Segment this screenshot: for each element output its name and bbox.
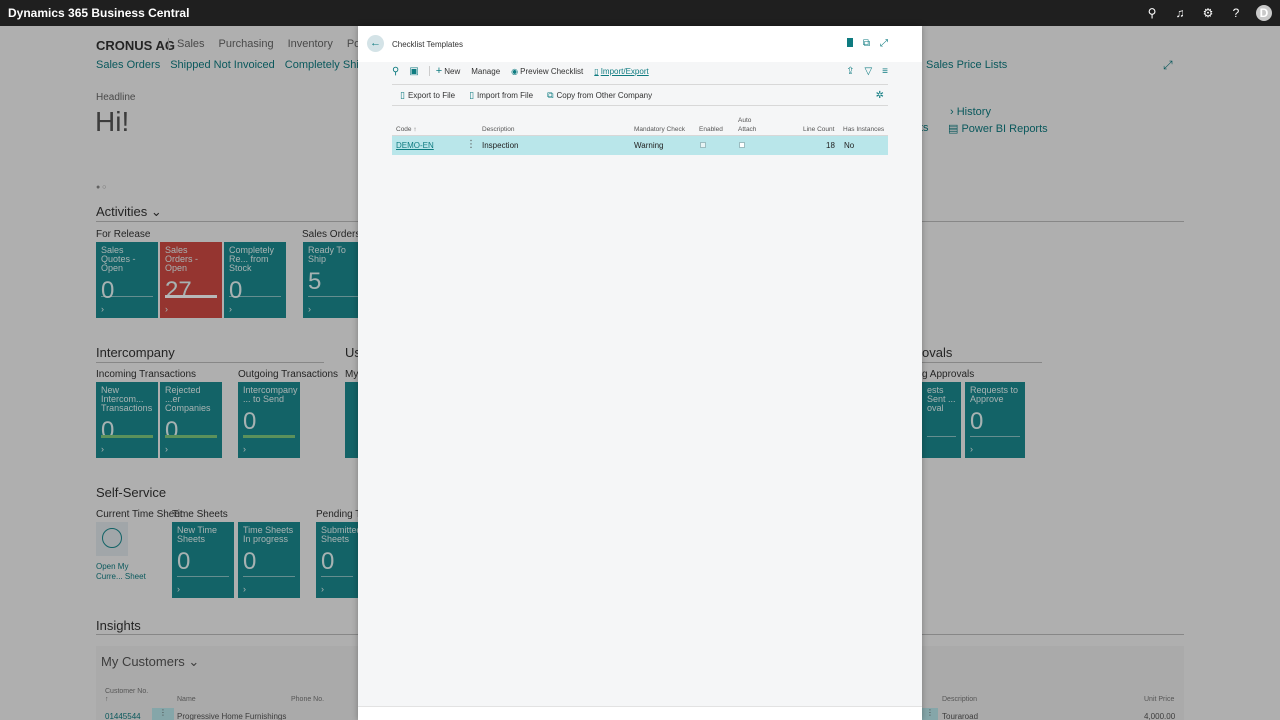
copy-from-other-company-button[interactable]: ⧉ Copy from Other Company: [547, 90, 652, 101]
bell-icon[interactable]: ♫: [1172, 5, 1188, 21]
back-arrow-icon[interactable]: ←: [367, 35, 384, 52]
auto-attach-checkbox[interactable]: [739, 142, 745, 148]
row-menu-icon[interactable]: ⋮: [466, 139, 476, 150]
help-icon[interactable]: ?: [1228, 5, 1244, 21]
has-instances-cell: No: [844, 141, 855, 150]
expand-icon[interactable]: ⤢: [880, 38, 888, 49]
gear-icon[interactable]: ⚙: [1200, 5, 1216, 21]
app-title: Dynamics 365 Business Central: [8, 6, 190, 20]
action-bar-right: ⇪ ▽ ≡: [846, 66, 888, 77]
copy-label: Copy from Other Company: [556, 90, 653, 100]
copy-icon: ⧉: [547, 89, 554, 100]
separator: [428, 66, 430, 76]
col-mandatory-check[interactable]: Mandatory Check: [634, 126, 685, 133]
app-bar: Dynamics 365 Business Central ⚲ ♫ ⚙ ? D: [0, 0, 1280, 26]
file-icon: ▯: [400, 89, 405, 100]
edit-list-icon[interactable]: ▣: [409, 66, 418, 77]
filter-icon[interactable]: ▽: [864, 66, 872, 77]
export-to-file-button[interactable]: ▯ Export to File: [400, 90, 455, 101]
header-icons: ⧉ ⤢: [846, 38, 888, 49]
checklist-templates-dialog: ← Checklist Templates ⧉ ⤢ ⚲ ▣ + New Manag…: [358, 26, 922, 720]
file-icon: ▯: [469, 89, 475, 100]
open-new-window-icon[interactable]: ⧉: [863, 38, 870, 49]
dialog-header: ← Checklist Templates ⧉ ⤢: [358, 26, 922, 62]
line-count-cell[interactable]: 18: [826, 141, 835, 150]
dialog-title: Checklist Templates: [392, 40, 463, 49]
import-from-file-button[interactable]: ▯ Import from File: [469, 90, 533, 101]
action-bar: ⚲ ▣ + New Manage ◉ Preview Checklist ▯ Impo…: [392, 64, 888, 78]
eye-icon: ◉: [511, 66, 519, 76]
enabled-checkbox[interactable]: [700, 142, 706, 148]
import-label: Import from File: [477, 90, 534, 100]
preview-checklist-button[interactable]: ◉ Preview Checklist: [511, 67, 583, 76]
preview-label: Preview Checklist: [520, 66, 584, 76]
import-export-actions: ▯ Export to File ▯ Import from File ⧉ Copy …: [392, 84, 888, 106]
avatar[interactable]: D: [1256, 5, 1272, 21]
col-line-count[interactable]: Line Count: [803, 126, 834, 133]
grid-header: Code ↑ Description Mandatory Check Enabl…: [392, 112, 888, 136]
col-auto-attach-2[interactable]: Attach: [738, 126, 756, 133]
search-icon[interactable]: ⚲: [392, 66, 399, 77]
export-label: Export to File: [407, 90, 456, 100]
new-button[interactable]: + New: [436, 65, 460, 77]
mandatory-cell: Warning: [634, 141, 664, 150]
import-export-tab[interactable]: ▯ Import/Export: [594, 67, 648, 76]
share-icon[interactable]: ⇪: [846, 66, 854, 77]
list-icon[interactable]: ≡: [882, 66, 888, 77]
pin-icon[interactable]: ✲: [876, 90, 884, 101]
col-code[interactable]: Code ↑: [396, 126, 417, 133]
document-icon: ▯: [594, 66, 599, 76]
col-description[interactable]: Description: [482, 126, 515, 133]
col-auto-attach-1[interactable]: Auto: [738, 117, 751, 124]
table-row[interactable]: DEMO-EN ⋮ Inspection Warning 18 No: [392, 136, 888, 155]
manage-button[interactable]: Manage: [471, 67, 500, 76]
templates-grid: Code ↑ Description Mandatory Check Enabl…: [392, 112, 888, 155]
plus-icon: +: [435, 65, 443, 77]
manage-label: Manage: [471, 66, 501, 76]
col-enabled[interactable]: Enabled: [699, 126, 723, 133]
bookmark-icon[interactable]: [846, 38, 853, 47]
col-has-instances[interactable]: Has Instances: [843, 126, 884, 133]
code-cell[interactable]: DEMO-EN: [396, 141, 434, 150]
description-cell: Inspection: [482, 141, 519, 150]
search-icon[interactable]: ⚲: [1144, 5, 1160, 21]
import-export-label: Import/Export: [600, 66, 649, 76]
new-label: New: [444, 66, 461, 76]
dialog-footer: [358, 706, 922, 720]
appbar-icons: ⚲ ♫ ⚙ ? D: [1144, 5, 1272, 21]
